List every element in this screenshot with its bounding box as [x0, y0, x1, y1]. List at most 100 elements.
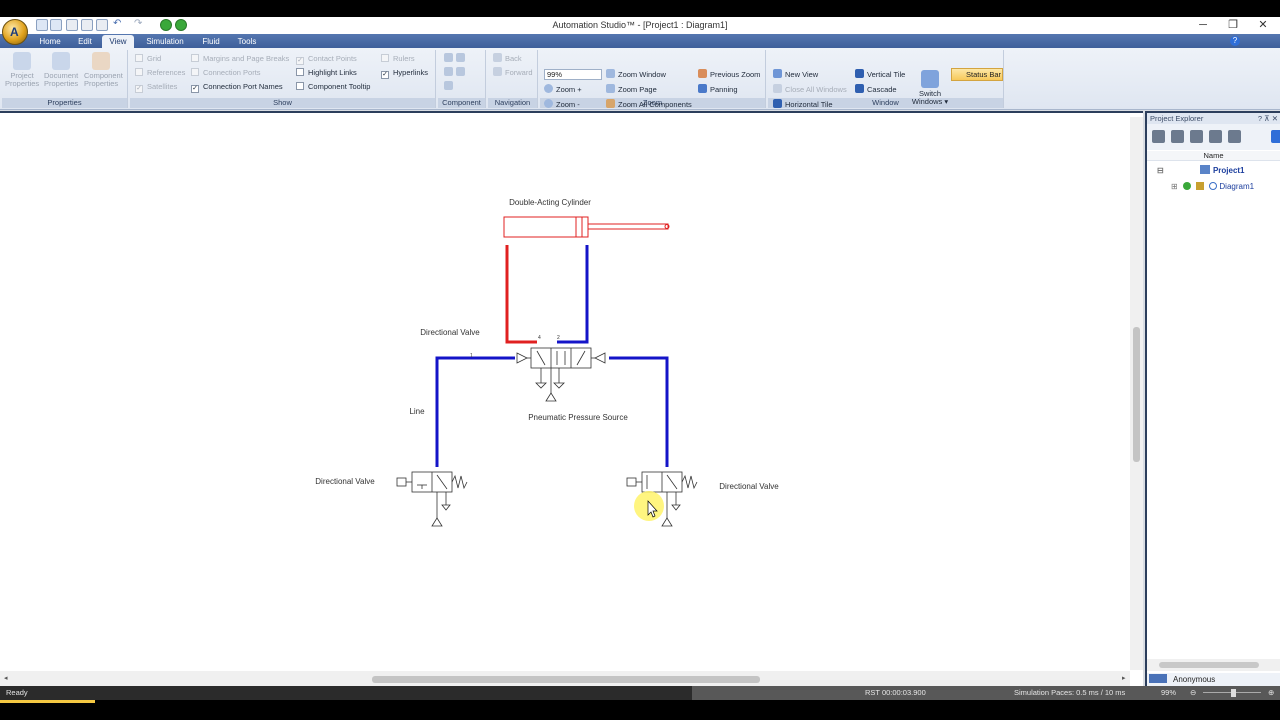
vertical-scroll-thumb[interactable]	[1133, 327, 1140, 462]
application-menu-button[interactable]: A	[2, 19, 28, 45]
component-properties-icon	[92, 52, 110, 70]
svg-text:4: 4	[538, 335, 541, 341]
zoom-slider-thumb[interactable]	[1231, 689, 1236, 697]
horizontal-scroll-thumb[interactable]	[372, 676, 760, 683]
pressure-source-label: Pneumatic Pressure Source	[528, 413, 628, 422]
back-button[interactable]: Back	[493, 53, 522, 64]
vertical-tile-button[interactable]: Vertical Tile	[855, 69, 905, 80]
document-properties-icon	[52, 52, 70, 70]
restore-button[interactable]: ❐	[1218, 17, 1248, 34]
right-valve-label: Directional Valve	[719, 482, 779, 491]
horizontal-tile-button[interactable]: Horizontal Tile	[773, 99, 833, 110]
simulation-time: RST 00:00:03.900	[865, 688, 926, 697]
rulers-checkbox[interactable]: Rulers	[381, 53, 415, 64]
navigation-group: Back Forward Navigation	[488, 50, 538, 108]
pressure-line-red[interactable]	[505, 245, 537, 344]
back-arrow-icon	[493, 53, 502, 62]
scroll-left-icon[interactable]: ◂	[4, 674, 8, 682]
line-label: Line	[409, 407, 425, 416]
component-tool-1[interactable]	[444, 53, 468, 64]
zoom-window-icon	[606, 69, 615, 78]
component-properties-button[interactable]: Component Properties	[84, 52, 123, 88]
group-icon	[444, 67, 453, 76]
explorer-horizontal-scrollbar[interactable]	[1147, 659, 1280, 671]
satellites-checkbox[interactable]: ✓ Satellites	[135, 81, 177, 93]
tab-view[interactable]: View	[102, 35, 134, 48]
expand-icon[interactable]: ⊞	[1171, 182, 1178, 191]
zoom-in-button[interactable]: Zoom +	[544, 84, 582, 95]
explorer-add-icon[interactable]	[1171, 130, 1184, 143]
switch-windows-button[interactable]: Switch Windows ▾	[910, 70, 950, 106]
tab-edit[interactable]: Edit	[72, 35, 98, 48]
left-directional-valve[interactable]	[396, 471, 468, 527]
cascade-button[interactable]: Cascade	[855, 84, 897, 95]
status-bar-toggle-button[interactable]: Status Bar	[951, 68, 1003, 81]
show-group-label: Show	[130, 98, 435, 108]
previous-zoom-icon	[698, 69, 707, 78]
contact-points-checkbox[interactable]: ✓ Contact Points	[296, 53, 357, 65]
explorer-edit-icon[interactable]	[1190, 130, 1203, 143]
tab-tools[interactable]: Tools	[234, 35, 260, 48]
zoom-in-icon-status[interactable]: ⊕	[1268, 686, 1274, 700]
references-checkbox[interactable]: References	[135, 67, 185, 78]
zoom-combobox[interactable]: 99%	[544, 69, 602, 80]
explorer-delete-icon[interactable]	[1228, 130, 1241, 143]
close-all-windows-button[interactable]: Close All Windows	[773, 84, 847, 95]
forward-button[interactable]: Forward	[493, 67, 533, 78]
collapse-icon[interactable]: ⊟	[1157, 166, 1164, 175]
component-tool-2[interactable]	[444, 67, 468, 78]
panning-button[interactable]: Panning	[698, 84, 738, 95]
grid-checkbox[interactable]: Grid	[135, 53, 161, 64]
status-ready: Ready	[6, 688, 28, 697]
minimize-button[interactable]: ─	[1188, 17, 1218, 34]
project-properties-button[interactable]: Project Properties	[5, 52, 39, 88]
document-properties-button[interactable]: Document Properties	[44, 52, 78, 88]
status-zoom-value: 99%	[1161, 688, 1177, 697]
new-view-button[interactable]: New View	[773, 69, 818, 80]
diagram-icon	[1209, 182, 1218, 190]
previous-zoom-button[interactable]: Previous Zoom	[698, 69, 760, 80]
tree-item-project[interactable]: ⊟ Project1	[1157, 165, 1245, 175]
zoom-out-icon	[544, 99, 553, 108]
zoom-out-button[interactable]: Zoom -	[544, 99, 580, 110]
highlight-links-checkbox[interactable]: Highlight Links	[296, 67, 357, 78]
navigation-group-label: Navigation	[488, 98, 537, 108]
help-icon[interactable]: ?	[1230, 36, 1240, 46]
zoom-window-button[interactable]: Zoom Window	[606, 69, 666, 80]
panel-controls-icon[interactable]: ? ⊼ ✕	[1258, 113, 1278, 124]
connection-port-names-checkbox[interactable]: ✓ Connection Port Names	[191, 81, 283, 93]
zoom-all-components-button[interactable]: Zoom All Components	[606, 99, 692, 110]
explorer-forward-icon[interactable]	[1271, 130, 1280, 143]
simulation-paces: Simulation Paces: 0.5 ms / 10 ms	[1014, 688, 1126, 697]
scroll-right-icon[interactable]: ▸	[1122, 674, 1126, 682]
top-directional-valve[interactable]	[516, 347, 606, 402]
explorer-footer: Anonymous	[1147, 673, 1280, 686]
zoom-out-icon-status[interactable]: ⊖	[1190, 686, 1196, 700]
component-group: Component	[438, 50, 486, 108]
properties-group: Project Properties Document Properties C…	[2, 50, 128, 108]
explorer-properties-icon[interactable]	[1209, 130, 1222, 143]
explorer-scroll-thumb[interactable]	[1159, 662, 1259, 668]
explorer-new-icon[interactable]	[1152, 130, 1165, 143]
explorer-toolbar	[1147, 124, 1280, 150]
tab-fluid[interactable]: Fluid	[196, 35, 226, 48]
explorer-column-name[interactable]: Name	[1147, 151, 1280, 161]
zoom-page-button[interactable]: Zoom Page	[606, 84, 657, 95]
component-tool-3[interactable]	[444, 81, 456, 92]
horizontal-scrollbar[interactable]: ◂ ▸	[0, 671, 1130, 686]
component-tooltip-checkbox[interactable]: Component Tooltip	[296, 81, 370, 92]
tab-simulation[interactable]: Simulation	[142, 35, 188, 48]
close-button[interactable]: ✕	[1248, 17, 1278, 34]
tree-item-diagram[interactable]: ⊞ Diagram1	[1171, 182, 1254, 191]
vertical-scrollbar[interactable]	[1130, 117, 1143, 670]
margins-page-breaks-checkbox[interactable]: Margins and Page Breaks	[191, 53, 289, 64]
hand-icon	[698, 84, 707, 93]
return-line-blue[interactable]	[557, 245, 589, 344]
hyperlinks-checkbox[interactable]: ✓ Hyperlinks	[381, 67, 428, 79]
tab-home[interactable]: Home	[36, 35, 64, 48]
ribbon-tab-row: Home Edit View Simulation Fluid Tools ?	[0, 34, 1280, 48]
pilot-line-left[interactable]	[435, 356, 515, 467]
connection-ports-checkbox[interactable]: Connection Ports	[191, 67, 261, 78]
diagram-canvas[interactable]: Double-Acting Cylinder 4 2 1 Directional…	[0, 111, 1143, 686]
double-acting-cylinder[interactable]	[503, 216, 670, 238]
